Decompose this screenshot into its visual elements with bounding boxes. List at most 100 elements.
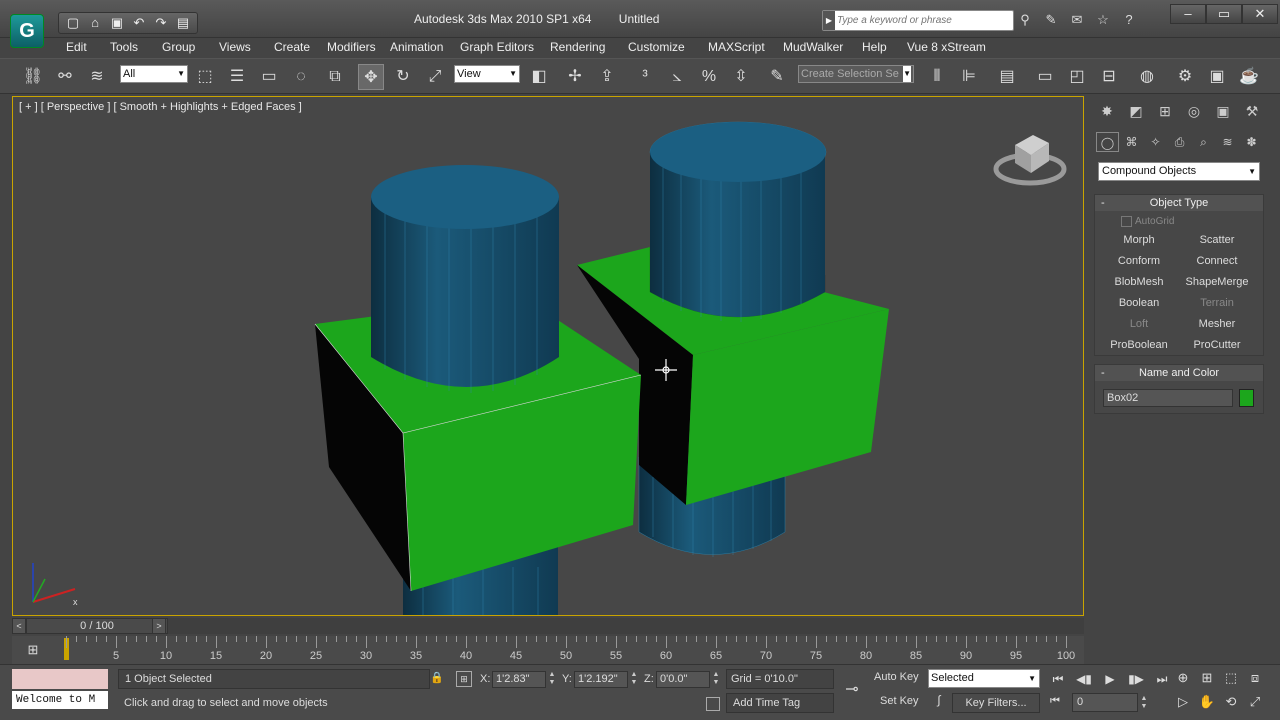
select-and-link-icon[interactable]: ⛓ — [20, 64, 46, 90]
close-button[interactable]: ✕ — [1242, 4, 1278, 24]
menu-modifiers[interactable]: Modifiers — [327, 40, 376, 54]
render-production-icon[interactable]: ☕ — [1236, 64, 1262, 90]
mirror-icon[interactable]: ⫴ — [924, 64, 950, 90]
redo-icon[interactable]: ↷ — [151, 14, 171, 32]
y-coordinate-field[interactable]: 1'2.192" — [574, 671, 628, 688]
space-warps-icon[interactable]: ≋ — [1216, 132, 1239, 152]
percent-snap-icon[interactable]: % — [696, 64, 722, 90]
move-icon[interactable]: ✥ — [358, 64, 384, 90]
conform-button[interactable]: Conform — [1103, 252, 1175, 270]
procutter-button[interactable]: ProCutter — [1181, 336, 1253, 354]
maximize-viewport-icon[interactable]: ⤢ — [1244, 691, 1266, 713]
boolean-button[interactable]: Boolean — [1103, 294, 1175, 312]
utilities-tab-icon[interactable]: ⚒ — [1239, 100, 1265, 122]
frame-spinner[interactable]: ▲ ▼ — [1140, 695, 1148, 712]
rectangular-selection-icon[interactable]: ▭ — [256, 64, 282, 90]
cameras-icon[interactable]: ⎙ — [1168, 132, 1191, 152]
new-icon[interactable]: ▢ — [63, 14, 83, 32]
select-manipulate-icon[interactable]: ✢ — [562, 64, 588, 90]
window-crossing-icon[interactable]: ◌ — [288, 64, 314, 90]
favorites-star-icon[interactable]: ☆ — [1092, 10, 1114, 30]
create-tab-icon[interactable]: ✸ — [1094, 100, 1120, 122]
search-arrow-icon[interactable]: ▶ — [823, 11, 835, 30]
menu-help[interactable]: Help — [862, 40, 887, 54]
zoom-all-icon[interactable]: ⊞ — [1196, 667, 1218, 689]
previous-key-icon[interactable]: ◀▮ — [1072, 669, 1096, 689]
hierarchy-tab-icon[interactable]: ⊞ — [1152, 100, 1178, 122]
scatter-button[interactable]: Scatter — [1181, 231, 1253, 249]
bind-space-warp-icon[interactable]: ≋ — [84, 64, 110, 90]
maximize-button[interactable]: ▭ — [1206, 4, 1242, 24]
z-coordinate-field[interactable]: 0'0.0" — [656, 671, 710, 688]
undo-icon[interactable]: ↶ — [129, 14, 149, 32]
menu-graph-editors[interactable]: Graph Editors — [460, 40, 534, 54]
geometry-icon[interactable]: ◯ — [1096, 132, 1119, 152]
key-mode-dropdown[interactable]: Selected ▼ — [928, 669, 1040, 688]
pivot-center-icon[interactable]: ◧ — [526, 64, 552, 90]
menu-edit[interactable]: Edit — [66, 40, 87, 54]
key-filters-button[interactable]: Key Filters... — [952, 693, 1040, 713]
keyboard-shortcut-override-icon[interactable]: ⇪ — [594, 64, 620, 90]
project-icon[interactable]: ▤ — [173, 14, 193, 32]
time-slider-thumb[interactable]: 0 / 100 — [26, 618, 168, 634]
lights-icon[interactable]: ✧ — [1144, 132, 1167, 152]
geometry-category-dropdown[interactable]: Compound Objects ▼ — [1098, 162, 1260, 181]
save-icon[interactable]: ▣ — [107, 14, 127, 32]
morph-button[interactable]: Morph — [1103, 231, 1175, 249]
add-time-tag-button[interactable]: Add Time Tag — [726, 693, 834, 713]
rotate-icon[interactable]: ↻ — [390, 64, 416, 90]
time-slider[interactable]: < 0 / 100 > — [12, 618, 1084, 634]
curve-editor-icon[interactable]: ◰ — [1064, 64, 1090, 90]
menu-views[interactable]: Views — [219, 40, 251, 54]
orbit-icon[interactable]: ⟲ — [1220, 691, 1242, 713]
x-coordinate-field[interactable]: 1'2.83" — [492, 671, 546, 688]
pan-icon[interactable]: ✋ — [1196, 691, 1218, 713]
maxscript-input[interactable]: Welcome to M — [12, 691, 108, 709]
y-spinner[interactable]: ▲ ▼ — [630, 671, 638, 688]
go-to-start-icon[interactable]: ⏮ — [1046, 669, 1070, 689]
field-of-view-icon[interactable]: ▷ — [1172, 691, 1194, 713]
graphite-modeling-icon[interactable]: ▭ — [1032, 64, 1058, 90]
connect-button[interactable]: Connect — [1181, 252, 1253, 270]
loft-button[interactable]: Loft — [1103, 315, 1175, 333]
next-frame-icon[interactable]: > — [152, 618, 166, 634]
z-spinner[interactable]: ▲ ▼ — [712, 671, 720, 688]
help-icon[interactable]: ? — [1118, 10, 1140, 30]
rendered-frame-window-icon[interactable]: ▣ — [1204, 64, 1230, 90]
menu-customize[interactable]: Customize — [628, 40, 685, 54]
next-key-icon[interactable]: ▮▶ — [1124, 669, 1148, 689]
menu-rendering[interactable]: Rendering — [550, 40, 605, 54]
menu-tools[interactable]: Tools — [110, 40, 138, 54]
selection-filter-dropdown[interactable]: All ▼ — [120, 65, 188, 83]
set-key-button[interactable]: Set Key — [880, 695, 919, 707]
scale-icon[interactable]: ⤢ — [422, 64, 448, 90]
named-selection-set-dropdown[interactable]: Create Selection Se ▼ — [798, 65, 914, 83]
communication-icon[interactable]: ✉ — [1066, 10, 1088, 30]
perspective-viewport[interactable]: x [ + ] [ Perspective ] [ Smooth + Highl… — [12, 96, 1084, 616]
go-to-end-icon[interactable]: ⏭ — [1150, 669, 1174, 689]
schematic-view-icon[interactable]: ⊟ — [1096, 64, 1122, 90]
time-tag-icon[interactable] — [706, 697, 720, 711]
shapemerge-button[interactable]: ShapeMerge — [1181, 273, 1253, 291]
object-color-swatch[interactable] — [1239, 389, 1254, 407]
menu-mudwalker[interactable]: MudWalker — [783, 40, 843, 54]
previous-frame-icon[interactable]: < — [12, 618, 26, 634]
zoom-extents-all-icon[interactable]: ⧈ — [1244, 667, 1266, 689]
select-object-icon[interactable]: ⬚ — [192, 64, 218, 90]
motion-tab-icon[interactable]: ◎ — [1181, 100, 1207, 122]
minimize-button[interactable]: – — [1170, 4, 1206, 24]
proboolean-button[interactable]: ProBoolean — [1103, 336, 1175, 354]
spinner-snap-icon[interactable]: ⇳ — [728, 64, 754, 90]
set-key-icon[interactable]: ⊸ — [838, 679, 866, 699]
edit-named-selection-icon[interactable]: ✎ — [764, 64, 790, 90]
material-editor-icon[interactable]: ◍ — [1134, 64, 1160, 90]
systems-icon[interactable]: ✽ — [1240, 132, 1263, 152]
display-tab-icon[interactable]: ▣ — [1210, 100, 1236, 122]
search-input[interactable] — [837, 12, 1011, 29]
default-tangent-icon[interactable]: ∫ — [930, 693, 948, 711]
search-box[interactable]: ▶ — [822, 10, 1014, 31]
reference-coordinate-dropdown[interactable]: View ▼ — [454, 65, 520, 83]
absolute-mode-icon[interactable]: ⊞ — [456, 671, 472, 687]
open-mini-curve-editor-icon[interactable]: ⊞ — [22, 642, 44, 658]
align-icon[interactable]: ⊫ — [956, 64, 982, 90]
